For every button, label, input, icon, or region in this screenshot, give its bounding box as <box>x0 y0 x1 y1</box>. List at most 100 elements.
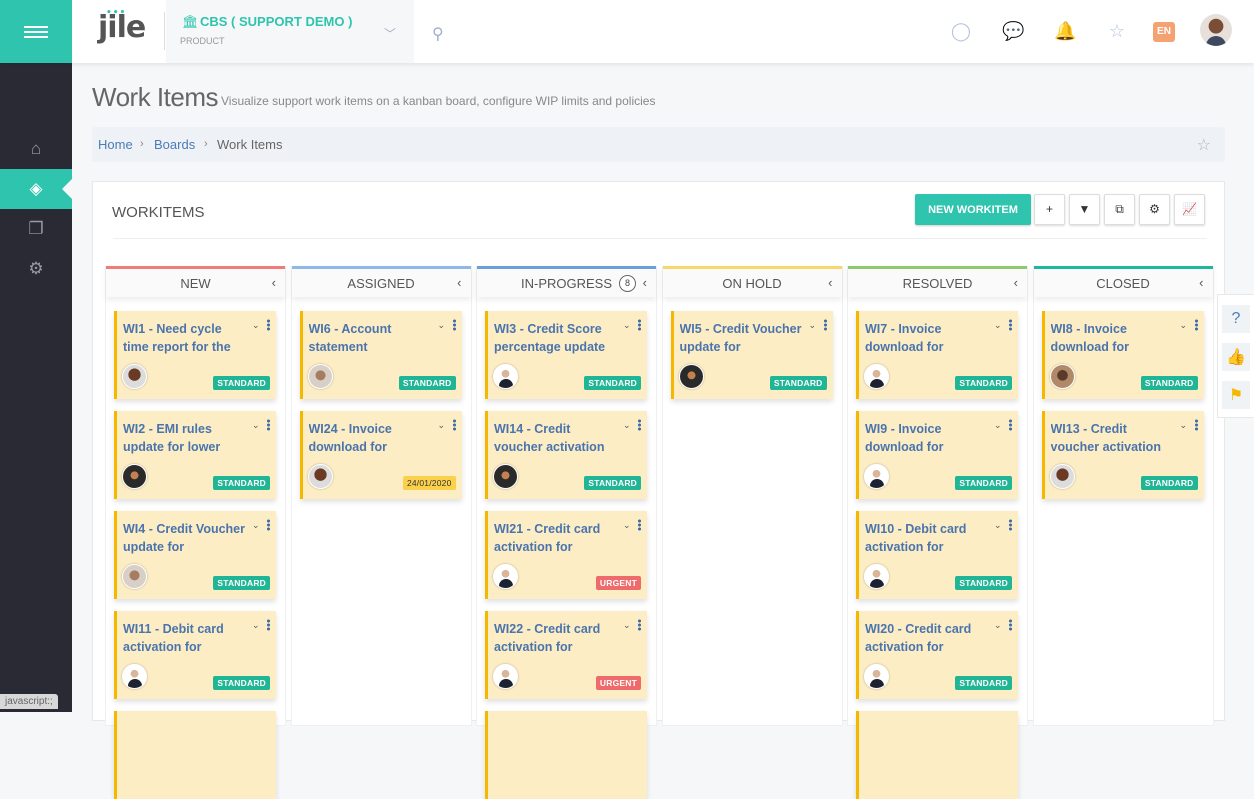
column-header[interactable]: IN-PROGRESS 8 ‹ <box>477 266 656 297</box>
card-title[interactable]: WI20 - Credit card activation for <box>865 620 987 656</box>
expand-chevron-icon[interactable]: ⌄ <box>809 320 817 331</box>
kebab-menu-icon[interactable] <box>267 419 270 431</box>
card-title[interactable]: WI24 - Invoice download for <box>309 420 431 456</box>
sidebar-item-home[interactable]: ⌂ <box>0 129 72 169</box>
workitem-card[interactable]: WI20 - Credit card activation for ⌄ STANDA… <box>856 611 1018 699</box>
workitem-card[interactable]: WI5 - Credit Voucher update for ⌄ STANDARD <box>670 311 833 399</box>
collapse-chevron-icon[interactable]: ‹ <box>1199 275 1203 290</box>
card-title[interactable]: WI9 - Invoice download for <box>865 420 987 456</box>
breadcrumb-home[interactable]: Home <box>98 137 133 152</box>
kebab-menu-icon[interactable] <box>267 619 270 631</box>
user-avatar[interactable] <box>1200 14 1232 46</box>
sidebar-item-boards[interactable]: ◈ <box>0 169 72 209</box>
expand-chevron-icon[interactable]: ⌄ <box>994 620 1002 631</box>
bell-icon[interactable]: 🔔 <box>1054 20 1076 42</box>
card-title[interactable]: WI2 - EMI rules update for lower <box>123 420 245 456</box>
menu-toggle-button[interactable] <box>0 0 72 63</box>
card-title[interactable]: WI1 - Need cycle time report for the <box>123 320 245 356</box>
workitem-card[interactable]: WI24 - Invoice download for ⌄ 24/01/2020 <box>299 411 462 499</box>
app-logo[interactable]: ••• jile <box>98 8 146 45</box>
expand-chevron-icon[interactable]: ⌄ <box>438 320 446 331</box>
workitem-card[interactable] <box>856 711 1018 799</box>
workitem-card[interactable]: WI1 - Need cycle time report for the ⌄ STA… <box>114 311 276 399</box>
like-button[interactable]: 👍 <box>1222 343 1250 371</box>
expand-chevron-icon[interactable]: ⌄ <box>252 320 260 331</box>
workitem-card[interactable]: WI3 - Credit Score percentage update ⌄ STA… <box>485 311 647 399</box>
kebab-menu-icon[interactable] <box>267 519 270 531</box>
chat-icon[interactable]: 💬 <box>1002 20 1024 42</box>
workitem-card[interactable]: WI7 - Invoice download for ⌄ STANDARD <box>856 311 1018 399</box>
hierarchy-icon[interactable]: ⚲ <box>432 24 444 44</box>
kebab-menu-icon[interactable] <box>638 519 641 531</box>
chart-button[interactable]: 📈 <box>1174 194 1205 225</box>
expand-chevron-icon[interactable]: ⌄ <box>1180 420 1188 431</box>
expand-chevron-icon[interactable]: ⌄ <box>623 420 631 431</box>
new-workitem-button[interactable]: NEW WORKITEM <box>915 194 1031 225</box>
workitem-card[interactable]: WI8 - Invoice download for ⌄ STANDARD <box>1041 311 1204 399</box>
column-header[interactable]: ASSIGNED ‹ <box>291 266 471 297</box>
kebab-menu-icon[interactable] <box>1009 619 1012 631</box>
card-title[interactable]: WI8 - Invoice download for <box>1051 320 1173 356</box>
help-button[interactable]: ? <box>1222 305 1250 333</box>
card-title[interactable]: WI3 - Credit Score percentage update <box>494 320 616 356</box>
collapse-chevron-icon[interactable]: ‹ <box>272 275 276 290</box>
kebab-menu-icon[interactable] <box>267 319 270 331</box>
expand-chevron-icon[interactable]: ⌄ <box>623 320 631 331</box>
kebab-menu-icon[interactable] <box>638 619 641 631</box>
column-header[interactable]: CLOSED ‹ <box>1033 266 1213 297</box>
expand-chevron-icon[interactable]: ⌄ <box>252 420 260 431</box>
workitem-card[interactable]: WI14 - Credit voucher activation ⌄ STANDAR… <box>485 411 647 499</box>
workitem-card[interactable]: WI9 - Invoice download for ⌄ STANDARD <box>856 411 1018 499</box>
column-header[interactable]: NEW ‹ <box>106 266 285 297</box>
card-title[interactable]: WI21 - Credit card activation for <box>494 520 616 556</box>
workitem-card[interactable]: WI10 - Debit card activation for ⌄ STANDAR… <box>856 511 1018 599</box>
kebab-menu-icon[interactable] <box>1009 319 1012 331</box>
kebab-menu-icon[interactable] <box>1194 319 1198 331</box>
favorite-star-icon[interactable]: ☆ <box>1197 135 1211 155</box>
card-title[interactable]: WI10 - Debit card activation for <box>865 520 987 556</box>
workitem-card[interactable]: WI4 - Credit Voucher update for ⌄ STANDARD <box>114 511 276 599</box>
card-title[interactable]: WI14 - Credit voucher activation <box>494 420 616 456</box>
workitem-card[interactable]: WI2 - EMI rules update for lower ⌄ STANDAR… <box>114 411 276 499</box>
card-title[interactable]: WI13 - Credit voucher activation <box>1051 420 1173 456</box>
column-header[interactable]: ON HOLD ‹ <box>662 266 842 297</box>
expand-chevron-icon[interactable]: ⌄ <box>623 520 631 531</box>
sidebar-item-settings[interactable]: ⚙ <box>0 249 72 289</box>
kebab-menu-icon[interactable] <box>638 419 641 431</box>
expand-chevron-icon[interactable]: ⌄ <box>623 620 631 631</box>
language-badge[interactable]: EN <box>1153 22 1175 42</box>
filter-button[interactable]: ▼ <box>1069 194 1100 225</box>
workitem-card[interactable] <box>485 711 647 799</box>
workitem-card[interactable]: WI11 - Debit card activation for ⌄ STANDAR… <box>114 611 276 699</box>
card-title[interactable]: WI4 - Credit Voucher update for <box>123 520 245 556</box>
collapse-chevron-icon[interactable]: ‹ <box>828 275 832 290</box>
kebab-menu-icon[interactable] <box>823 319 827 331</box>
kebab-menu-icon[interactable] <box>1194 419 1198 431</box>
expand-chevron-icon[interactable]: ⌄ <box>994 420 1002 431</box>
workitem-card[interactable]: WI22 - Credit card activation for ⌄ URGENT <box>485 611 647 699</box>
collapse-chevron-icon[interactable]: ‹ <box>1014 275 1018 290</box>
card-title[interactable]: WI11 - Debit card activation for <box>123 620 245 656</box>
breadcrumb-boards[interactable]: Boards <box>154 137 195 152</box>
card-title[interactable]: WI22 - Credit card activation for <box>494 620 616 656</box>
workitem-card[interactable]: WI6 - Account statement ⌄ STANDARD <box>299 311 462 399</box>
card-title[interactable]: WI6 - Account statement <box>309 320 431 356</box>
settings-button[interactable]: ⚙ <box>1139 194 1170 225</box>
kebab-menu-icon[interactable] <box>638 319 641 331</box>
column-header[interactable]: RESOLVED ‹ <box>848 266 1027 297</box>
kebab-menu-icon[interactable] <box>1009 419 1012 431</box>
kebab-menu-icon[interactable] <box>452 419 456 431</box>
workitem-card[interactable]: WI13 - Credit voucher activation ⌄ STANDAR… <box>1041 411 1204 499</box>
expand-chevron-icon[interactable]: ⌄ <box>994 520 1002 531</box>
expand-chevron-icon[interactable]: ⌄ <box>994 320 1002 331</box>
expand-chevron-icon[interactable]: ⌄ <box>1180 320 1188 331</box>
kebab-menu-icon[interactable] <box>1009 519 1012 531</box>
copy-button[interactable]: ⧉ <box>1104 194 1135 225</box>
add-button[interactable]: + <box>1034 194 1065 225</box>
workitem-card[interactable] <box>114 711 276 799</box>
check-circle-icon[interactable]: ◯ <box>950 20 972 42</box>
kebab-menu-icon[interactable] <box>452 319 456 331</box>
card-title[interactable]: WI5 - Credit Voucher update for <box>680 320 802 356</box>
signpost-button[interactable]: ⚑ <box>1222 381 1250 409</box>
card-title[interactable]: WI7 - Invoice download for <box>865 320 987 356</box>
